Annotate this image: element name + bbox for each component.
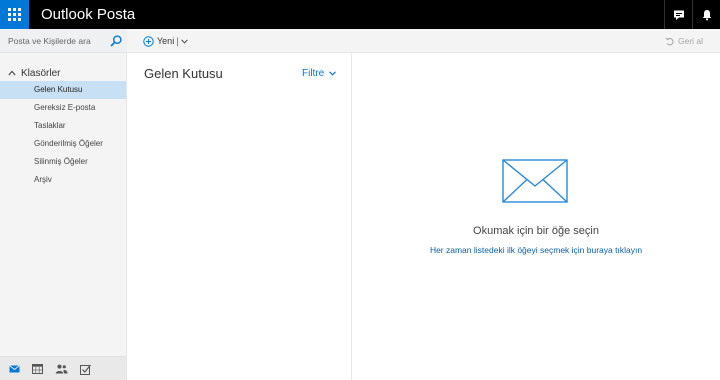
folder-inbox[interactable]: Gelen Kutusu <box>0 81 126 99</box>
folder-junk[interactable]: Gereksiz E-posta <box>0 99 126 117</box>
search-box <box>0 29 127 53</box>
chevron-down-icon[interactable] <box>180 38 188 44</box>
calendar-icon <box>31 364 43 374</box>
search-icon[interactable] <box>109 34 123 48</box>
tasks-icon <box>79 364 91 375</box>
chat-icon <box>673 10 684 20</box>
undo-icon <box>665 36 674 45</box>
mail-module-button[interactable] <box>7 362 21 376</box>
reading-pane: Okumak için bir öğe seçin Her zaman list… <box>352 53 720 380</box>
search-input[interactable] <box>8 33 104 49</box>
new-message-label: Yeni <box>157 36 175 46</box>
undo-button[interactable]: Geri al <box>665 33 703 49</box>
divider: | <box>176 36 179 46</box>
envelope-icon <box>502 159 568 203</box>
module-switcher <box>0 356 127 380</box>
top-bar: Outlook Posta <box>0 0 720 29</box>
app-launcher-icon <box>8 8 21 21</box>
message-list: Gelen Kutusu Filtre <box>127 53 352 380</box>
folder-drafts[interactable]: Taslaklar <box>0 117 126 135</box>
mail-icon <box>8 365 20 373</box>
chat-button[interactable] <box>664 0 692 29</box>
command-bar: Yeni | Geri al <box>127 29 720 53</box>
notifications-button[interactable] <box>692 0 720 29</box>
folder-sent[interactable]: Gönderilmiş Öğeler <box>0 135 126 153</box>
app-title[interactable]: Outlook Posta <box>41 0 135 29</box>
people-icon <box>55 364 67 374</box>
folders-label: Klasörler <box>21 67 61 79</box>
plus-circle-icon <box>143 35 154 47</box>
filter-label: Filtre <box>302 68 325 79</box>
chevron-down-icon <box>329 71 337 76</box>
new-message-button[interactable]: Yeni | <box>143 33 188 49</box>
folders-header[interactable]: Klasörler <box>8 67 60 79</box>
tasks-module-button[interactable] <box>78 362 92 376</box>
filter-button[interactable]: Filtre <box>302 68 337 79</box>
bell-icon <box>702 9 711 20</box>
folder-pane: Klasörler Gelen Kutusu Gereksiz E-posta … <box>0 53 127 380</box>
app-launcher-button[interactable] <box>0 0 29 29</box>
folder-deleted[interactable]: Silinmiş Öğeler <box>0 153 126 171</box>
message-list-title: Gelen Kutusu <box>144 66 223 81</box>
undo-label: Geri al <box>678 36 704 46</box>
folder-archive[interactable]: Arşiv <box>0 171 126 189</box>
people-module-button[interactable] <box>54 362 68 376</box>
select-first-item-link[interactable]: Her zaman listedeki ilk öğeyi seçmek içi… <box>352 245 720 255</box>
empty-state-message: Okumak için bir öğe seçin <box>473 225 599 237</box>
chevron-up-icon <box>8 70 16 76</box>
calendar-module-button[interactable] <box>30 362 44 376</box>
